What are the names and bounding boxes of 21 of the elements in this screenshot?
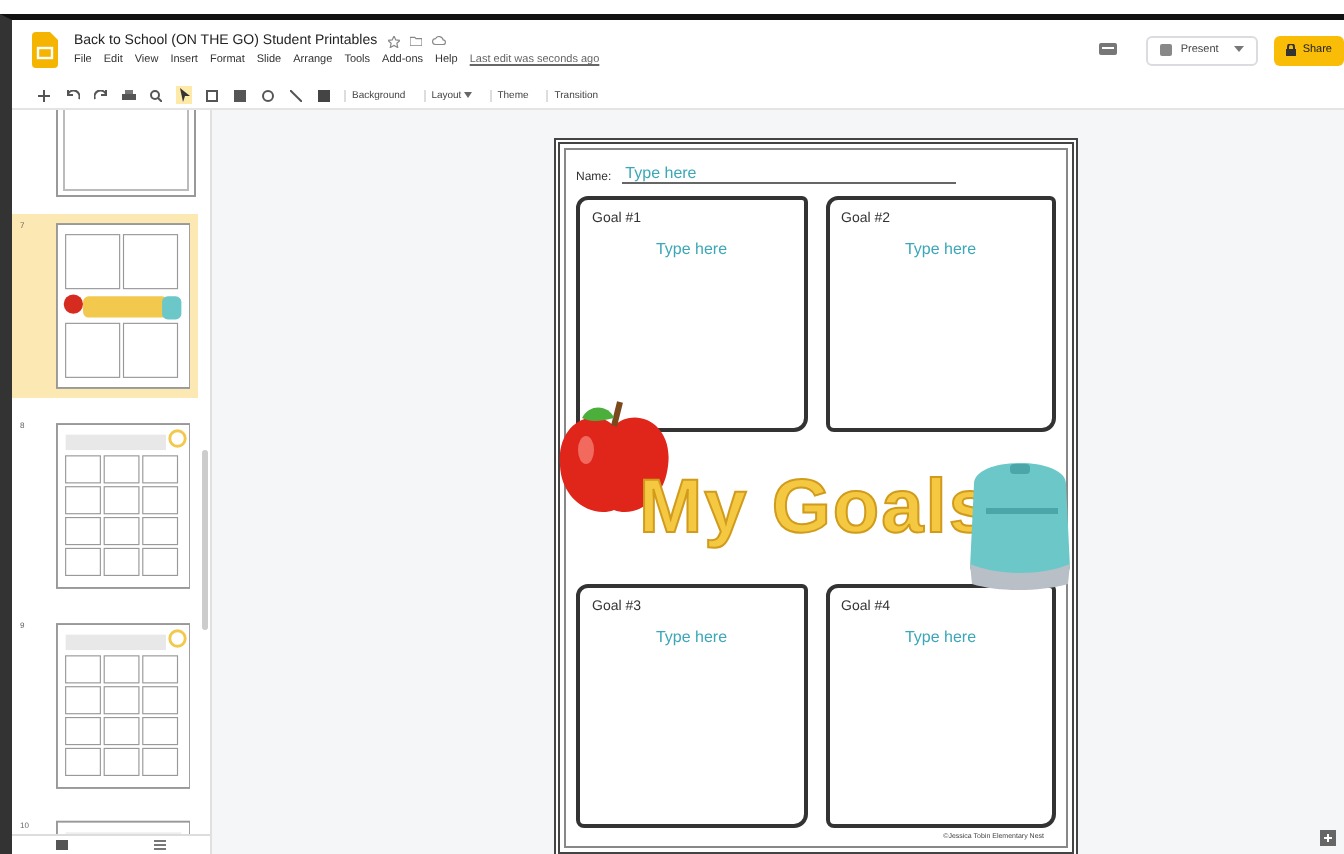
select-tool-icon[interactable] <box>176 86 192 104</box>
undo-icon[interactable] <box>64 86 80 104</box>
slide-thumbnail-drawing[interactable] <box>56 110 196 198</box>
slide-thumbnail-drawing[interactable] <box>55 220 190 392</box>
redo-icon[interactable] <box>92 86 108 104</box>
shape-icon[interactable] <box>260 86 276 104</box>
star-icon[interactable] <box>387 35 400 47</box>
folder-icon[interactable] <box>409 36 422 46</box>
list-view-icon[interactable] <box>154 840 167 850</box>
caret-icon[interactable] <box>1234 46 1245 54</box>
text-box-icon[interactable] <box>204 86 220 104</box>
line-icon[interactable] <box>288 86 304 104</box>
present-icon <box>1160 44 1173 56</box>
print-icon[interactable] <box>120 86 136 104</box>
lock-icon <box>1286 44 1297 56</box>
zoom-icon[interactable] <box>148 86 164 104</box>
comment-icon[interactable] <box>1098 42 1119 58</box>
add-icon[interactable] <box>36 86 52 104</box>
slide-thumbnail-drawing[interactable] <box>55 620 190 792</box>
slide-thumbnail-drawing[interactable] <box>55 420 190 592</box>
cloud-icon[interactable] <box>431 36 446 46</box>
